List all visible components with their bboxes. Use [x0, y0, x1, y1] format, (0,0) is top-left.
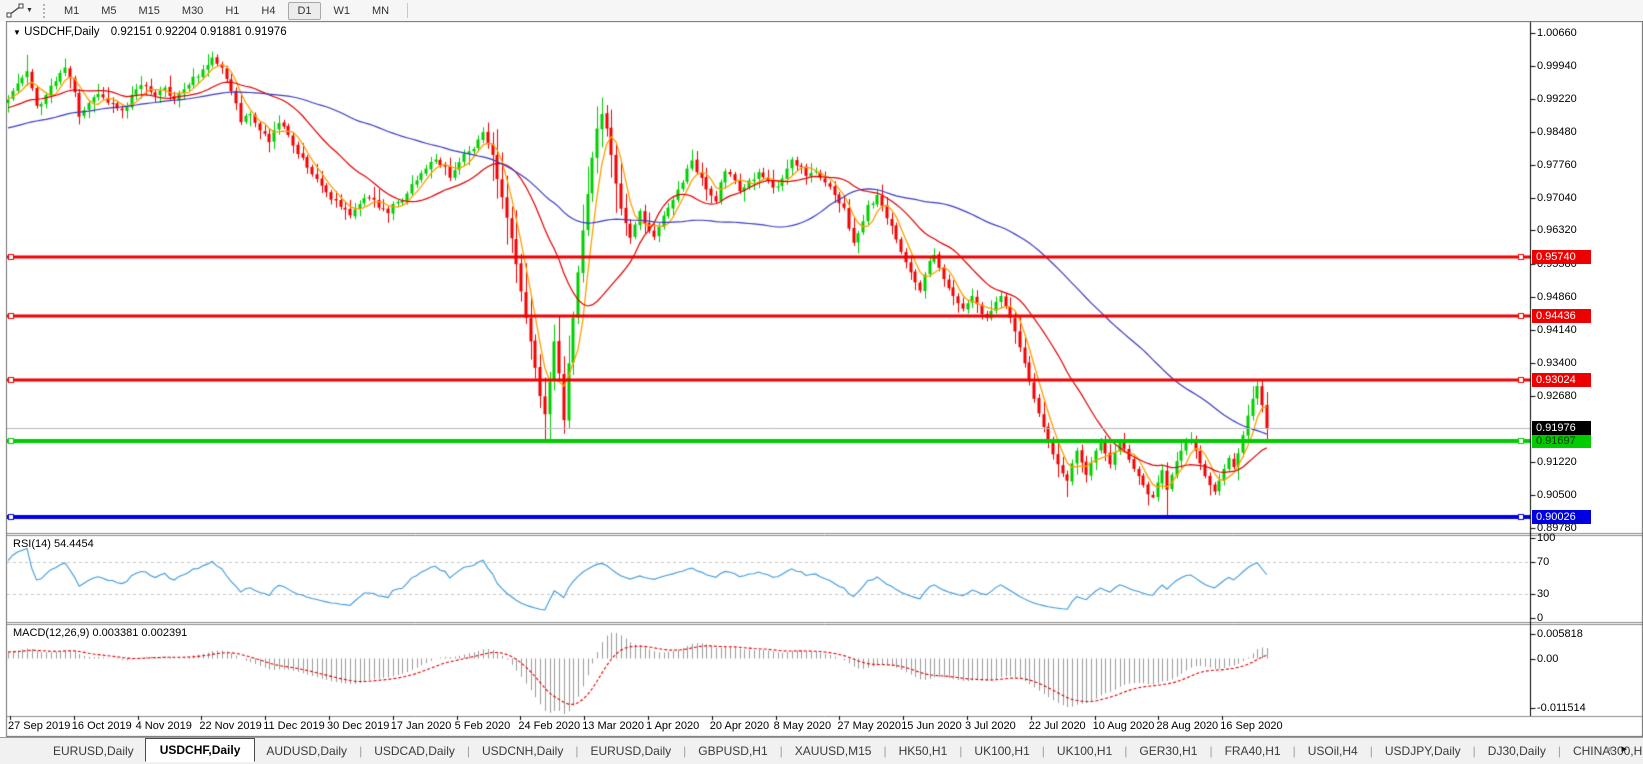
timeframe-buttons-group: M1 M5 M15 M30 H1 H4 D1 W1 MN [53, 1, 400, 20]
tab-divider: | [883, 744, 887, 758]
tab-divider: | [779, 744, 783, 758]
chart-tab-hk50-h1[interactable]: HK50,H1 [888, 741, 959, 761]
chart-tab-usdcnh-daily[interactable]: USDCNH,Daily [471, 741, 574, 761]
chart-window: ▼ USDCHF,Daily 0.92151 0.92204 0.91881 0… [0, 21, 1643, 737]
toolbar-grip-handle[interactable] [42, 3, 45, 18]
chart-tab-dj30-daily[interactable]: DJ30,Daily [1477, 741, 1557, 761]
chart-tab-eurusd-daily[interactable]: EURUSD,Daily [579, 741, 682, 761]
timeframe-button-mn[interactable]: MN [363, 2, 398, 20]
chart-tab-ger30-h1[interactable]: GER30,H1 [1128, 741, 1208, 761]
timeframe-button-m30[interactable]: M30 [173, 2, 212, 20]
chart-tab-gbpusd-h1[interactable]: GBPUSD,H1 [687, 741, 778, 761]
chart-tab-audusd-daily[interactable]: AUDUSD,Daily [255, 741, 358, 761]
tab-divider: | [359, 744, 363, 758]
tab-divider: | [575, 744, 579, 758]
timeframe-button-h1[interactable]: H1 [216, 2, 248, 20]
tab-divider: | [1472, 744, 1476, 758]
toolbar-separator [407, 3, 409, 18]
symbol-tab-bar: EURUSD,Daily USDCHF,Daily AUDUSD,Daily | USD… [0, 737, 1643, 764]
tab-scroll-left-icon[interactable]: ◂ [1606, 743, 1622, 755]
timeframe-button-d1[interactable]: D1 [288, 1, 321, 20]
tab-divider: | [959, 744, 963, 758]
tool-dropdown-caret-icon[interactable]: ▼ [26, 7, 33, 14]
chart-canvas[interactable] [0, 21, 1643, 737]
tab-divider: | [1292, 744, 1296, 758]
tab-divider: | [1124, 744, 1128, 758]
tab-divider: | [466, 744, 470, 758]
tab-scroll-right-icon[interactable]: ▸ [1621, 743, 1637, 755]
tab-divider: | [1557, 744, 1561, 758]
trendline-tool-icon[interactable] [4, 3, 26, 19]
timeframe-button-m15[interactable]: M15 [130, 2, 169, 20]
tab-divider: | [1369, 744, 1373, 758]
timeframe-button-m5[interactable]: M5 [92, 2, 125, 20]
chart-tab-uk100-h1[interactable]: UK100,H1 [963, 741, 1040, 761]
tab-divider: | [683, 744, 687, 758]
chart-tab-usdjpy-daily[interactable]: USDJPY,Daily [1374, 741, 1472, 761]
tab-scroll-arrows: ◂▸ [1606, 742, 1637, 755]
chart-tab-fra40-h1[interactable]: FRA40,H1 [1214, 741, 1292, 761]
tab-divider: | [1209, 744, 1213, 758]
timeframe-button-m1[interactable]: M1 [55, 2, 88, 20]
chart-tab-usoil-h4[interactable]: USOil,H4 [1297, 741, 1369, 761]
chart-tab-xauusd-m15[interactable]: XAUUSD,M15 [784, 741, 883, 761]
timeframe-button-w1[interactable]: W1 [325, 2, 360, 20]
chart-tab-usdchf-daily[interactable]: USDCHF,Daily [144, 737, 256, 762]
tab-divider: | [1041, 744, 1045, 758]
timeframe-button-h4[interactable]: H4 [252, 2, 284, 20]
timeframe-toolbar: ▼ M1 M5 M15 M30 H1 H4 D1 W1 MN [0, 0, 1643, 21]
trading-app-window: ▼ M1 M5 M15 M30 H1 H4 D1 W1 MN ▼ USDCHF,Daily 0.… [0, 0, 1643, 764]
chart-tab-eurusd-daily[interactable]: EURUSD,Daily [42, 741, 145, 761]
chart-tab-usdcad-daily[interactable]: USDCAD,Daily [363, 741, 466, 761]
chart-tab-uk100-h1[interactable]: UK100,H1 [1046, 741, 1123, 761]
